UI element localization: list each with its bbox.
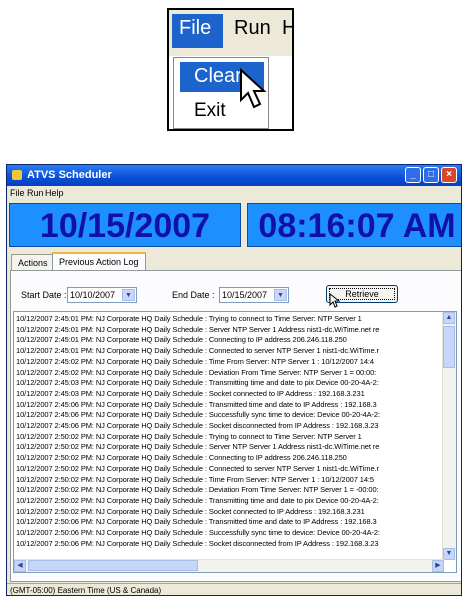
vertical-scroll-thumb[interactable]	[443, 326, 455, 368]
action-log-list[interactable]: 10/12/2007 2:50:06 PM: NJ Corporate HQ D…	[13, 311, 457, 573]
status-bar: (GMT-05:00) Eastern Time (US & Canada)	[7, 583, 461, 595]
inset-menu-bar: File Run H	[169, 10, 292, 56]
mouse-cursor-icon	[329, 293, 341, 308]
log-entry: 10/12/2007 2:45:01 PM: NJ Corporate HQ D…	[16, 324, 380, 334]
dropdown-arrow-icon[interactable]: ▼	[274, 289, 287, 301]
start-date-label: Start Date :	[21, 290, 67, 300]
inset-menu-item-exit[interactable]: Exit	[194, 100, 226, 122]
time-display: 08:16:07 AM	[247, 203, 461, 247]
tab-previous-action-log[interactable]: Previous Action Log	[52, 252, 146, 271]
log-entry: 10/12/2007 2:45:02 PM: NJ Corporate HQ D…	[16, 367, 377, 377]
minimize-icon[interactable]: _	[405, 167, 421, 183]
log-entry: 10/12/2007 2:45:01 PM: NJ Corporate HQ D…	[16, 314, 362, 323]
mouse-cursor-icon	[240, 68, 267, 109]
maximize-icon[interactable]: □	[423, 167, 439, 183]
end-date-picker[interactable]: 10/15/2007 ▼	[219, 287, 289, 303]
vertical-scrollbar[interactable]: ▲ ▼	[442, 312, 456, 560]
scroll-up-icon[interactable]: ▲	[443, 312, 455, 324]
log-entry: 10/12/2007 2:45:06 PM: NJ Corporate HQ D…	[16, 410, 380, 420]
log-entry: 10/12/2007 2:45:01 PM: NJ Corporate HQ D…	[16, 335, 347, 345]
log-entry: 10/12/2007 2:50:02 PM: NJ Corporate HQ D…	[16, 442, 380, 452]
tab-strip: Actions Previous Action Log	[7, 252, 461, 271]
log-entry: 10/12/2007 2:50:02 PM: NJ Corporate HQ D…	[16, 474, 374, 484]
start-date-value: 10/10/2007	[70, 290, 116, 300]
end-date-value: 10/15/2007	[222, 290, 268, 300]
log-entry: 10/12/2007 2:50:02 PM: NJ Corporate HQ D…	[16, 495, 379, 505]
log-entry: 10/12/2007 2:50:02 PM: NJ Corporate HQ D…	[16, 463, 379, 473]
dropdown-arrow-icon[interactable]: ▼	[122, 289, 135, 301]
scroll-left-icon[interactable]: ◀	[14, 560, 26, 572]
zoomed-menu-inset: File Run H Clear Exit	[167, 8, 294, 131]
menu-file[interactable]: File	[10, 188, 25, 198]
horizontal-scroll-thumb[interactable]	[28, 560, 198, 571]
log-entry: 10/12/2007 2:50:02 PM: NJ Corporate HQ D…	[16, 431, 362, 441]
close-icon[interactable]: ×	[441, 167, 457, 183]
scroll-down-icon[interactable]: ▼	[443, 548, 455, 560]
log-entry: 10/12/2007 2:50:02 PM: NJ Corporate HQ D…	[16, 485, 379, 495]
menu-bar: File Run Help	[7, 186, 461, 201]
log-entry: 10/12/2007 2:50:06 PM: NJ Corporate HQ D…	[16, 528, 380, 537]
inset-menu-run[interactable]: Run	[234, 17, 271, 40]
log-entry: 10/12/2007 2:45:02 PM: NJ Corporate HQ D…	[16, 356, 374, 366]
window-title: ATVS Scheduler	[27, 169, 112, 181]
title-bar[interactable]: ATVS Scheduler _ □ ×	[7, 165, 461, 186]
inset-menu-help-partial[interactable]: H	[282, 17, 292, 40]
menu-run[interactable]: Run	[27, 188, 44, 198]
log-entry: 10/12/2007 2:45:06 PM: NJ Corporate HQ D…	[16, 399, 377, 409]
scroll-right-icon[interactable]: ▶	[432, 560, 444, 572]
log-entry: 10/12/2007 2:45:01 PM: NJ Corporate HQ D…	[16, 346, 379, 356]
tab-actions[interactable]: Actions	[11, 254, 55, 270]
previous-action-log-panel: Start Date : 10/10/2007 ▼ End Date : 10/…	[10, 270, 461, 582]
log-entry: 10/12/2007 2:45:03 PM: NJ Corporate HQ D…	[16, 378, 379, 388]
log-entry: 10/12/2007 2:45:03 PM: NJ Corporate HQ D…	[16, 388, 365, 398]
log-entry: 10/12/2007 2:50:06 PM: NJ Corporate HQ D…	[16, 538, 379, 548]
menu-help[interactable]: Help	[45, 188, 64, 198]
atvs-scheduler-window: ATVS Scheduler _ □ × File Run Help 10/15…	[6, 164, 462, 596]
log-entry: 10/12/2007 2:50:02 PM: NJ Corporate HQ D…	[16, 453, 347, 463]
end-date-label: End Date :	[172, 290, 215, 300]
timezone-status: (GMT-05:00) Eastern Time (US & Canada)	[10, 586, 162, 595]
app-icon	[12, 170, 22, 180]
clock-row: 10/15/2007 08:16:07 AM	[7, 201, 461, 249]
horizontal-scrollbar[interactable]: ◀ ▶	[14, 559, 444, 572]
start-date-picker[interactable]: 10/10/2007 ▼	[67, 287, 137, 303]
log-entry: 10/12/2007 2:50:02 PM: NJ Corporate HQ D…	[16, 506, 365, 516]
inset-menu-file[interactable]: File	[172, 14, 223, 48]
log-entry: 10/12/2007 2:45:06 PM: NJ Corporate HQ D…	[16, 421, 379, 430]
date-display: 10/15/2007	[9, 203, 241, 247]
log-entry: 10/12/2007 2:50:06 PM: NJ Corporate HQ D…	[16, 517, 377, 527]
